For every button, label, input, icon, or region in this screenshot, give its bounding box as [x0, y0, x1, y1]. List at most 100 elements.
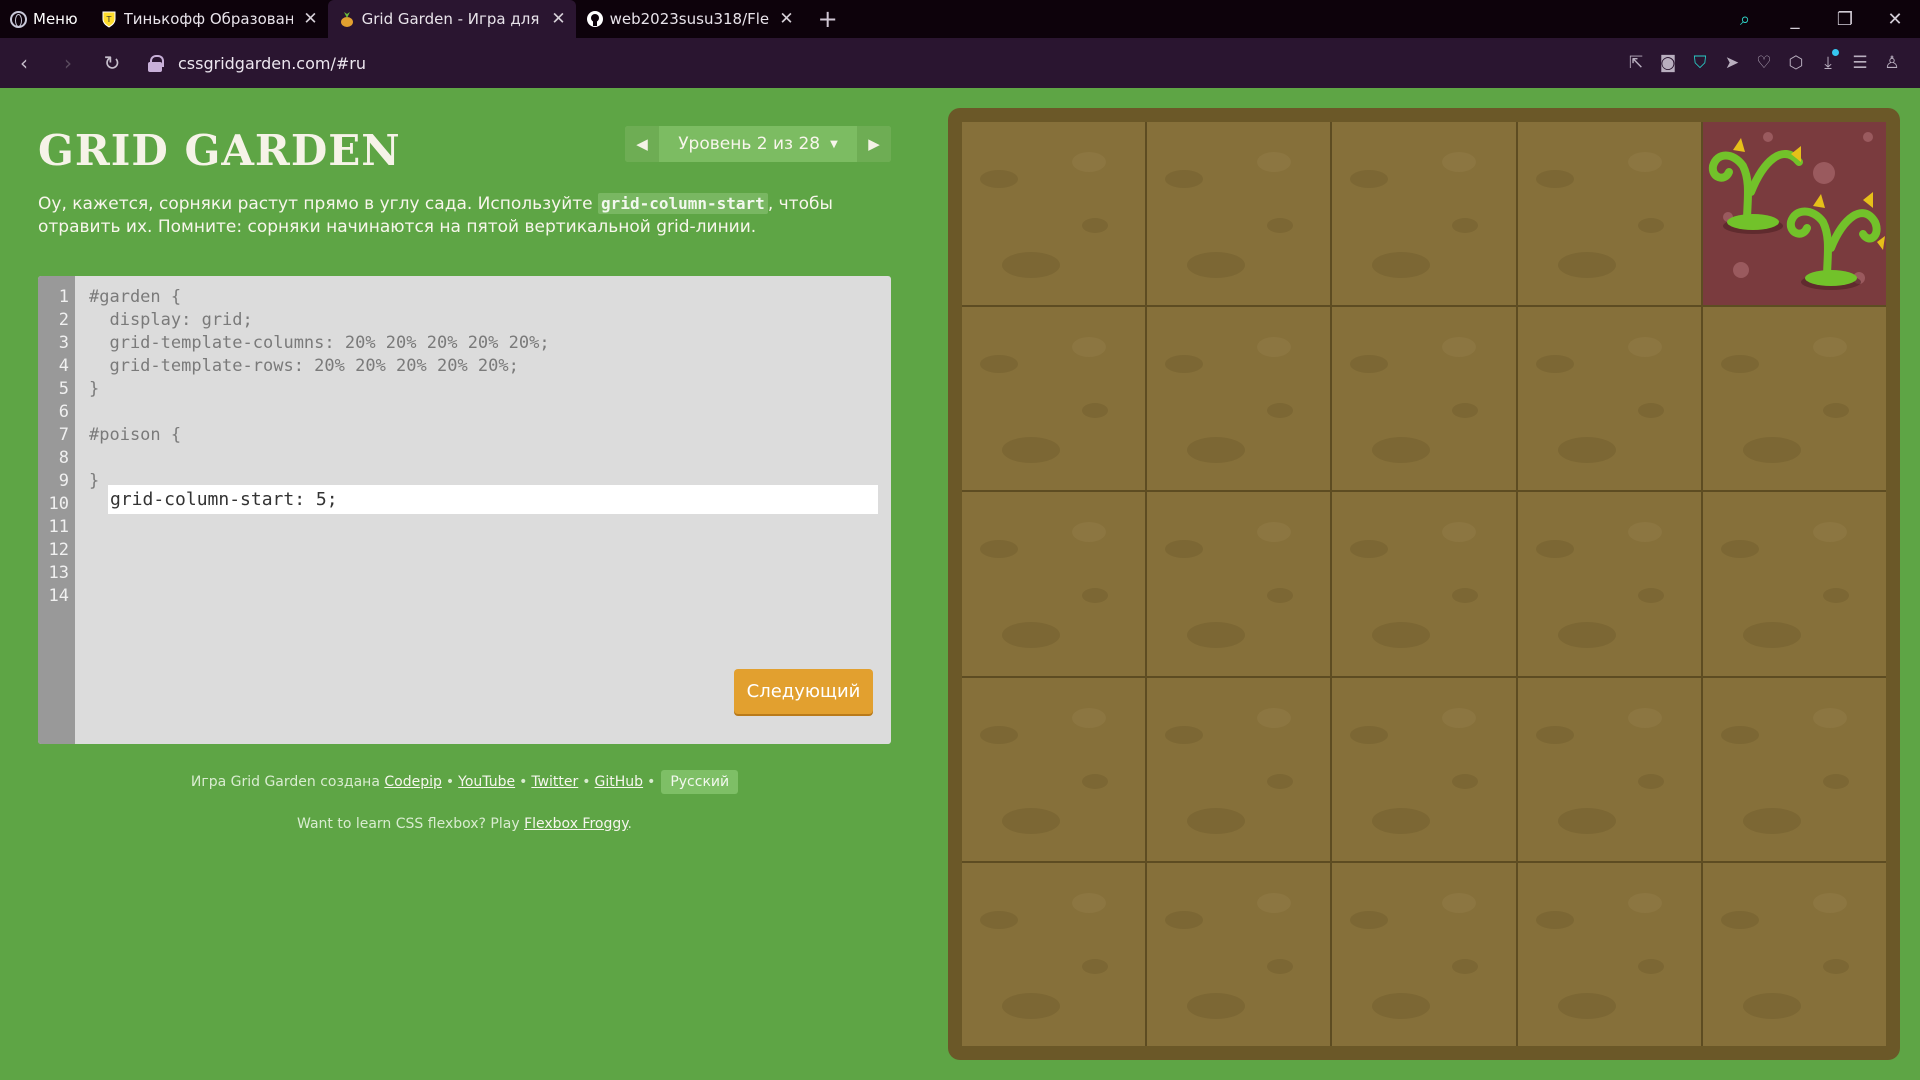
garden-plot: [962, 677, 1146, 861]
soil-spot: [1267, 403, 1294, 419]
tinkoff-favicon-icon: T: [100, 10, 118, 28]
line-number: 10: [48, 494, 69, 514]
soil-spot: [1535, 355, 1574, 374]
soil-spot: [1822, 588, 1849, 604]
tab-label: web2023susu318/Flexbox a: [609, 10, 770, 28]
reload-icon[interactable]: ↻: [90, 51, 134, 75]
soil-spot: [1267, 773, 1294, 789]
line-number: 6: [58, 402, 69, 422]
close-icon[interactable]: ✕: [303, 9, 317, 29]
line-number: 14: [48, 586, 69, 606]
browser-toolbar: ⇱ ◙ ⛉ ➤ ♡ ⬡ ⤓ ☰ ♙: [1620, 38, 1908, 88]
window-close-icon[interactable]: ✕: [1870, 9, 1920, 30]
soil-spot: [1822, 958, 1849, 974]
soil-spot: [1452, 588, 1479, 604]
soil-spot: [1350, 170, 1389, 188]
soil-spot: [1350, 910, 1389, 929]
flexbox-froggy-promo: Want to learn CSS flexbox? Play Flexbox …: [38, 816, 891, 832]
soil-spot: [1165, 540, 1204, 559]
garden-plot: [1702, 677, 1886, 861]
browser-menu-button[interactable]: Меню: [0, 0, 90, 38]
send-icon[interactable]: ➤: [1716, 53, 1748, 73]
code-line: #poison {: [89, 425, 182, 445]
soil-spot: [1165, 355, 1204, 374]
line-number-gutter: 1 2 3 4 5 6 7 8 9 10 11 12 13 14: [38, 276, 75, 744]
minimize-icon[interactable]: _: [1770, 9, 1820, 30]
soil-spot: [1720, 910, 1759, 929]
tab-grid-garden[interactable]: Grid Garden - Игра для изу ✕: [327, 0, 576, 38]
lock-icon[interactable]: [148, 54, 164, 72]
close-icon[interactable]: ✕: [551, 9, 565, 29]
soil-spot: [980, 910, 1018, 929]
easy-setup-icon[interactable]: ☰: [1844, 53, 1876, 73]
flexbox-froggy-link[interactable]: Flexbox Froggy: [524, 816, 627, 832]
line-number: 5: [58, 379, 69, 399]
restore-icon[interactable]: ❐: [1820, 9, 1870, 30]
previous-level-button[interactable]: ◀: [625, 126, 659, 162]
line-number: 11: [48, 517, 69, 537]
twitter-link[interactable]: Twitter: [531, 774, 578, 790]
soil-spot: [1452, 403, 1479, 419]
soil-spot: [1165, 910, 1204, 929]
svg-text:T: T: [105, 15, 111, 24]
line-number: 7: [58, 425, 69, 445]
soil-spot: [980, 170, 1018, 188]
soil-spot: [1822, 403, 1849, 419]
line-number: 3: [58, 333, 69, 353]
soil-spot: [1082, 958, 1108, 974]
soil-spot: [1535, 725, 1574, 744]
download-icon[interactable]: ⤓: [1812, 49, 1844, 73]
language-button[interactable]: Русский: [661, 770, 739, 794]
soil-spot: [1720, 725, 1759, 744]
tab-label: Тинькофф Образование: [123, 10, 294, 28]
opera-logo-icon: [10, 10, 27, 28]
level-dropdown[interactable]: Уровень 2 из 28 ▼: [659, 126, 857, 162]
soil-spot: [1452, 773, 1479, 789]
soil-spot: [1165, 170, 1204, 188]
profile-icon[interactable]: ♙: [1876, 53, 1908, 73]
level-instructions: Оу, кажется, сорняки растут прямо в углу…: [38, 192, 898, 239]
garden-frame: [948, 108, 1900, 1060]
vpn-shield-icon[interactable]: ⛉: [1684, 53, 1716, 73]
garden-plot: [1332, 307, 1516, 491]
garden-plot: [1517, 492, 1701, 676]
soil-spot: [1082, 588, 1108, 604]
soil-spot: [1082, 403, 1108, 419]
line-number: 13: [48, 563, 69, 583]
garden-plot: [1147, 492, 1331, 676]
camera-icon[interactable]: ◙: [1652, 53, 1684, 73]
github-favicon-icon: [586, 10, 604, 28]
new-tab-plus-icon[interactable]: +: [804, 0, 852, 38]
garden-plot: [962, 492, 1146, 676]
tab-tinkoff[interactable]: T Тинькофф Образование ✕: [90, 0, 328, 38]
garden-plot: [1147, 862, 1331, 1046]
close-icon[interactable]: ✕: [779, 9, 793, 29]
garden-plot: [1517, 122, 1701, 306]
github-link[interactable]: GitHub: [595, 774, 644, 790]
tab-label: Grid Garden - Игра для изу: [361, 10, 542, 28]
garden-plot: [1702, 307, 1886, 491]
line-number: 2: [58, 310, 69, 330]
weeds-plot: [1702, 122, 1886, 306]
css-editor: 1 2 3 4 5 6 7 8 9 10 11 12 13 14 #garden…: [38, 276, 891, 744]
weeds-icon: [1708, 138, 1885, 290]
url-field[interactable]: cssgridgarden.com/#ru: [178, 54, 366, 73]
next-level-arrow-button[interactable]: ▶: [857, 126, 891, 162]
soil-spot: [1267, 218, 1294, 233]
heart-icon[interactable]: ♡: [1748, 53, 1780, 73]
tab-search-icon[interactable]: ⌕: [1720, 9, 1770, 30]
codepip-link[interactable]: Codepip: [384, 774, 442, 790]
separator: •: [445, 774, 455, 790]
forward-arrow-icon[interactable]: ›: [46, 51, 90, 75]
cube-icon[interactable]: ⬡: [1780, 53, 1812, 73]
css-code-input[interactable]: [108, 485, 878, 514]
next-button[interactable]: Следующий: [734, 669, 873, 714]
tab-github[interactable]: web2023susu318/Flexbox a ✕: [576, 0, 804, 38]
soil-spot: [1637, 773, 1664, 789]
share-icon[interactable]: ⇱: [1620, 53, 1652, 73]
soil-spot: [1350, 355, 1389, 374]
back-arrow-icon[interactable]: ‹: [2, 51, 46, 75]
garden-plot: [962, 307, 1146, 491]
soil-spot: [1452, 958, 1479, 974]
youtube-link[interactable]: YouTube: [458, 774, 515, 790]
